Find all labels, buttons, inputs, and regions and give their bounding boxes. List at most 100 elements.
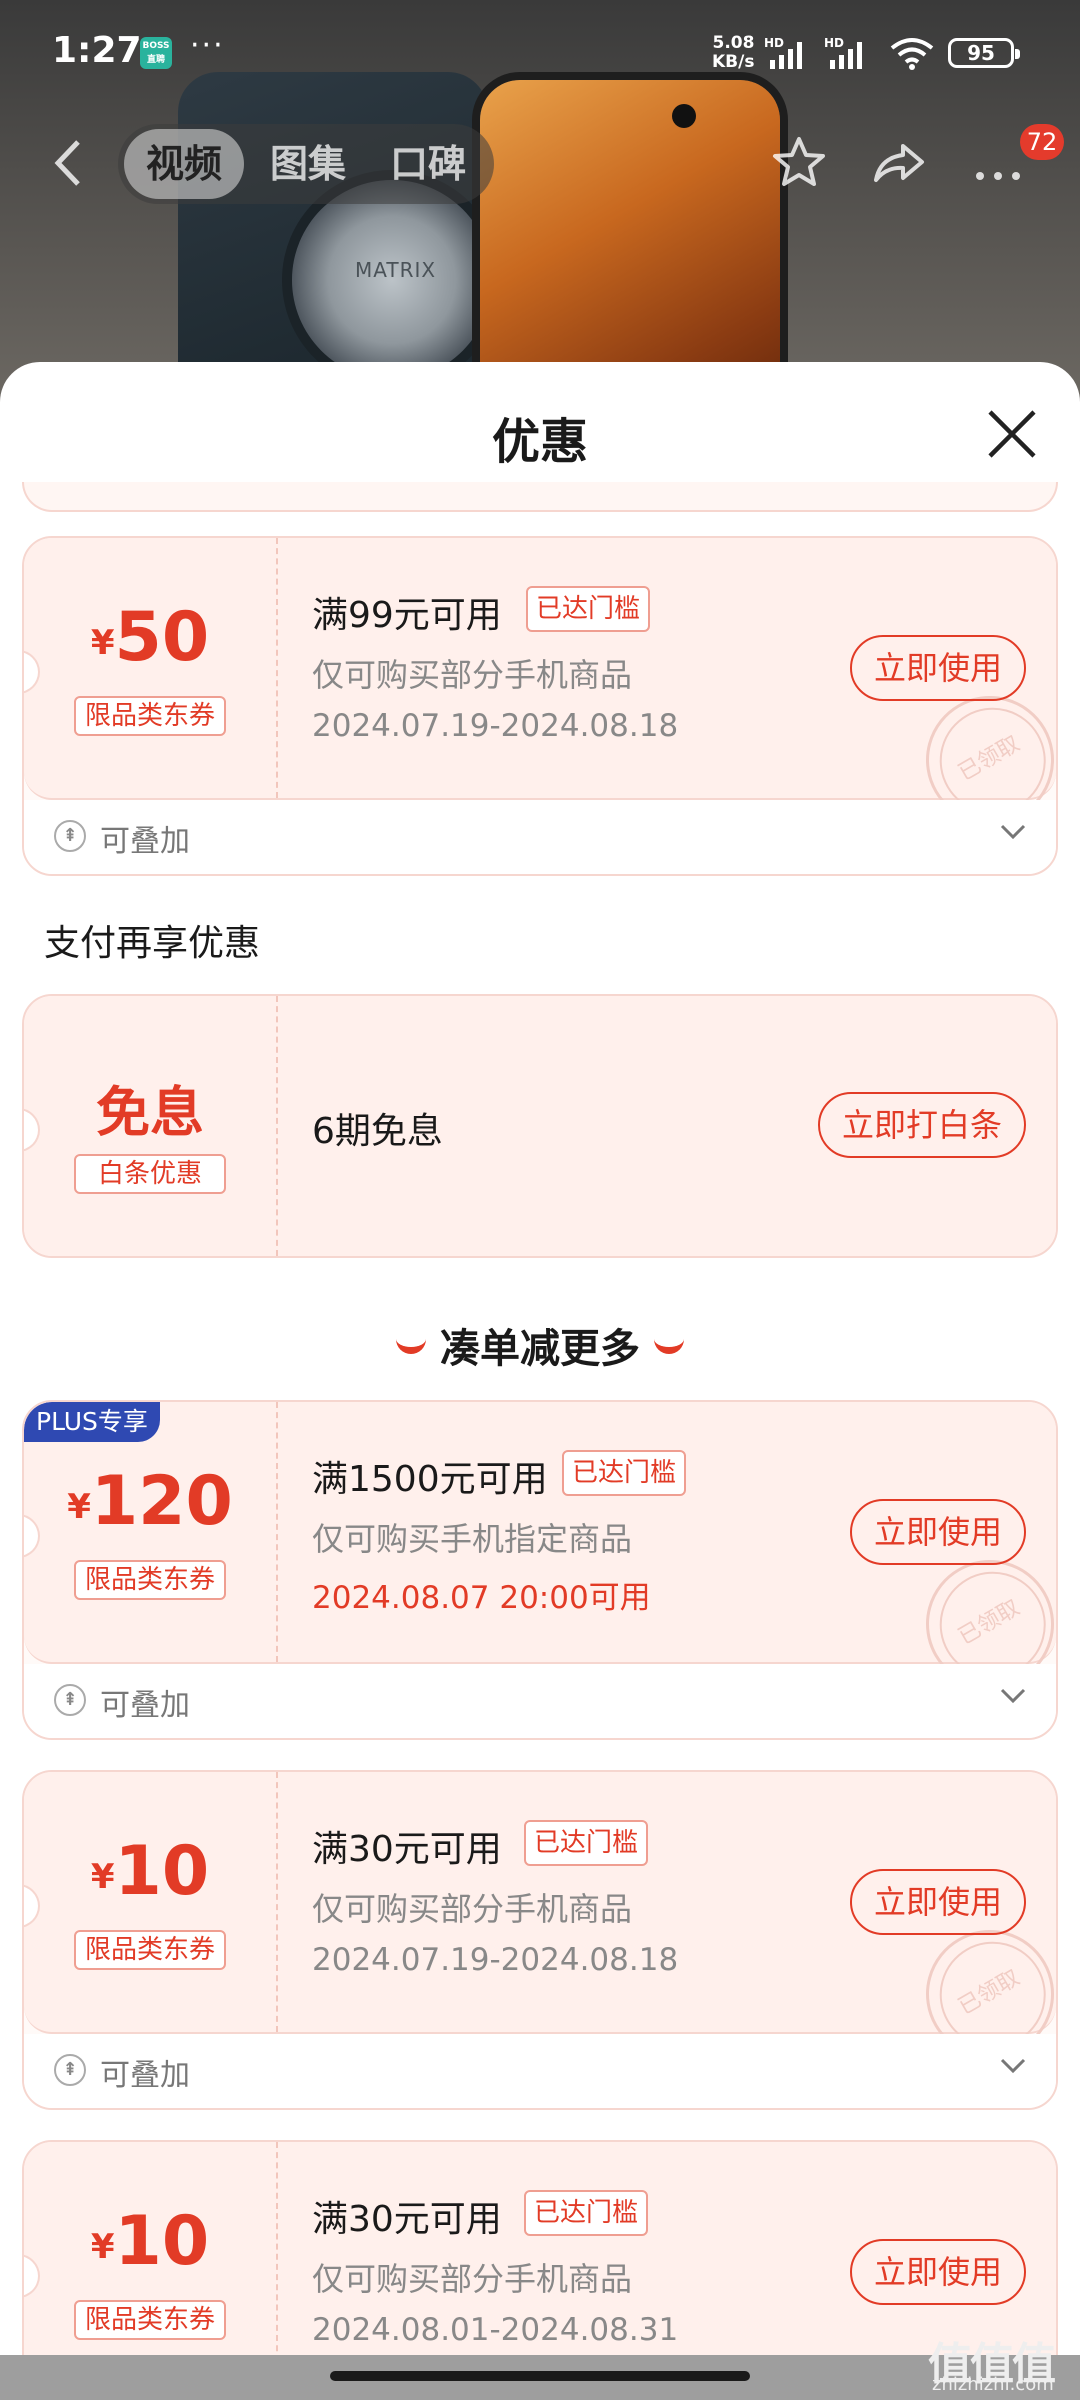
coupon-scope: 仅可购买手机指定商品	[312, 1520, 633, 1558]
threshold-reached-tag: 已达门槛	[562, 1450, 687, 1496]
smile-right-icon	[654, 1338, 684, 1354]
currency-symbol: ¥	[90, 1857, 115, 1897]
camera-text: MATRIX	[355, 258, 437, 282]
stack-icon: ⇞	[54, 2054, 86, 2086]
currency-symbol: ¥	[90, 623, 115, 663]
top-nav: 视频 图集 口碑 72	[0, 120, 1080, 210]
coupon-card-plus: PLUS专享 ¥120 限品类东券 满1500元可用 已达门槛 仅可购买手机指定…	[22, 1400, 1058, 1740]
coupon-type-tag: 限品类东券	[74, 696, 226, 736]
coupon-validity: 2024.08.01-2024.08.31	[312, 2312, 679, 2348]
coupon-scope: 仅可购买部分手机商品	[312, 2260, 633, 2298]
tab-gallery[interactable]: 图集	[270, 124, 346, 204]
close-icon[interactable]	[984, 406, 1040, 462]
baitiao-card: 免息 白条优惠 6期免息 立即打白条	[22, 994, 1058, 1258]
use-now-button[interactable]: 立即使用	[849, 1499, 1026, 1565]
coupon-divider	[276, 996, 278, 1256]
message-count-badge: 72	[1020, 124, 1064, 160]
signal-icon: HD	[764, 36, 802, 69]
watermark-url: zhizhizhi.com	[932, 2374, 1054, 2395]
use-now-button[interactable]: 立即使用	[849, 2239, 1026, 2305]
coupon-body: ¥10 限品类东券 满30元可用 已达门槛 仅可购买部分手机商品 2024.07…	[24, 1772, 1056, 2082]
coupon-footer[interactable]: ⇞ 可叠加	[24, 1664, 1056, 1738]
coupon-body: PLUS专享 ¥120 限品类东券 满1500元可用 已达门槛 仅可购买手机指定…	[24, 1402, 1056, 1712]
stackable-label: 可叠加	[100, 2058, 190, 2093]
coupon-divider	[276, 1402, 278, 1662]
stackable-label: 可叠加	[100, 824, 190, 859]
wifi-icon	[890, 38, 934, 70]
baitiao-body: 免息 白条优惠 6期免息 立即打白条	[24, 996, 1056, 1256]
coupon-divider	[276, 538, 278, 798]
coupon-scope: 仅可购买部分手机商品	[312, 656, 633, 694]
star-icon[interactable]	[770, 134, 828, 192]
coupon-footer[interactable]: ⇞ 可叠加	[24, 2034, 1056, 2108]
baitiao-headline: 免息	[96, 1081, 204, 1144]
coupon-type-tag: 限品类东券	[74, 2300, 226, 2340]
status-bar: 1:27 BOSS直聘 ··· 5.08 KB/s HD HD 95	[0, 0, 1080, 110]
coupon-footer[interactable]: ⇞ 可叠加	[24, 800, 1056, 874]
coupon-type-tag: 限品类东券	[74, 1560, 226, 1600]
coupon-amount: ¥50	[24, 598, 276, 677]
coupon-condition: 满99元可用	[312, 595, 502, 636]
chevron-down-icon[interactable]	[1000, 1688, 1026, 1704]
status-time: 1:27	[52, 30, 142, 71]
svg-text:HD: HD	[764, 36, 784, 50]
coupon-amount: ¥120	[24, 1462, 276, 1541]
notification-more-icon: ···	[190, 28, 225, 63]
amount-value: 120	[90, 1462, 233, 1541]
net-speed: 5.08 KB/s	[712, 34, 754, 72]
currency-symbol: ¥	[67, 1487, 91, 1527]
coupon-amount: ¥10	[24, 1832, 276, 1911]
more-section-title: 凑单减更多	[0, 1316, 1080, 1374]
coupon-card: ¥10 限品类东券 满30元可用 已达门槛 仅可购买部分手机商品 2024.07…	[22, 1770, 1058, 2110]
smile-left-icon	[396, 1338, 426, 1354]
tab-reviews[interactable]: 口碑	[390, 124, 466, 204]
pay-section-title: 支付再享优惠	[44, 923, 261, 964]
coupon-validity: 2024.07.19-2024.08.18	[312, 1942, 679, 1978]
back-arrow-icon[interactable]	[50, 138, 86, 188]
threshold-reached-tag: 已达门槛	[524, 1820, 649, 1866]
currency-symbol: ¥	[90, 2227, 115, 2267]
coupon-card: ¥50 限品类东券 满99元可用 已达门槛 仅可购买部分手机商品 2024.07…	[22, 536, 1058, 876]
coupon-condition: 满30元可用	[312, 2199, 502, 2240]
coupon-validity: 2024.08.07 20:00可用	[312, 1580, 651, 1616]
amount-value: 10	[114, 2202, 210, 2281]
threshold-reached-tag: 已达门槛	[526, 586, 651, 632]
coupon-condition: 满30元可用	[312, 1829, 502, 1870]
baitiao-button[interactable]: 立即打白条	[817, 1092, 1026, 1158]
boss-app-icon: BOSS直聘	[140, 37, 172, 69]
stackable-label: 可叠加	[100, 1688, 190, 1723]
coupon-amount: ¥10	[24, 2202, 276, 2281]
discount-sheet: 优惠 ¥50 限品类东券 满99元可用 已达门槛 仅可购买部分手机商品 2024…	[0, 362, 1080, 2400]
chevron-down-icon[interactable]	[1000, 2058, 1026, 2074]
sheet-title: 优惠	[491, 414, 588, 470]
baitiao-text: 6期免息	[312, 1111, 443, 1152]
signal-icon-2: HD	[824, 36, 862, 69]
amount-value: 50	[114, 598, 210, 677]
battery-icon: 95	[948, 38, 1020, 68]
media-tabs: 视频 图集 口碑	[118, 124, 494, 204]
coupon-body: ¥50 限品类东券 满99元可用 已达门槛 仅可购买部分手机商品 2024.07…	[24, 538, 1056, 848]
coupon-condition: 满1500元可用	[312, 1459, 548, 1500]
home-indicator[interactable]	[330, 2371, 750, 2381]
stack-icon: ⇞	[54, 1684, 86, 1716]
partial-coupon-card	[22, 482, 1058, 512]
tab-video[interactable]: 视频	[124, 129, 245, 199]
use-now-button[interactable]: 立即使用	[849, 1869, 1026, 1935]
more-icon[interactable]	[970, 134, 1026, 192]
coupon-type-tag: 限品类东券	[74, 1930, 226, 1970]
net-speed-unit: KB/s	[712, 52, 755, 72]
more-section-label: 凑单减更多	[440, 1326, 640, 1372]
amount-value: 10	[114, 1832, 210, 1911]
svg-text:HD: HD	[824, 36, 844, 50]
net-speed-value: 5.08	[712, 33, 755, 53]
coupon-validity: 2024.07.19-2024.08.18	[312, 708, 679, 744]
chevron-down-icon[interactable]	[1000, 824, 1026, 840]
use-now-button[interactable]: 立即使用	[849, 635, 1026, 701]
threshold-reached-tag: 已达门槛	[524, 2190, 649, 2236]
coupon-divider	[276, 1772, 278, 2032]
plus-badge: PLUS专享	[24, 1402, 160, 1442]
share-icon[interactable]	[870, 134, 928, 192]
baitiao-type-tag: 白条优惠	[74, 1154, 226, 1194]
coupon-scope: 仅可购买部分手机商品	[312, 1890, 633, 1928]
stack-icon: ⇞	[54, 820, 86, 852]
